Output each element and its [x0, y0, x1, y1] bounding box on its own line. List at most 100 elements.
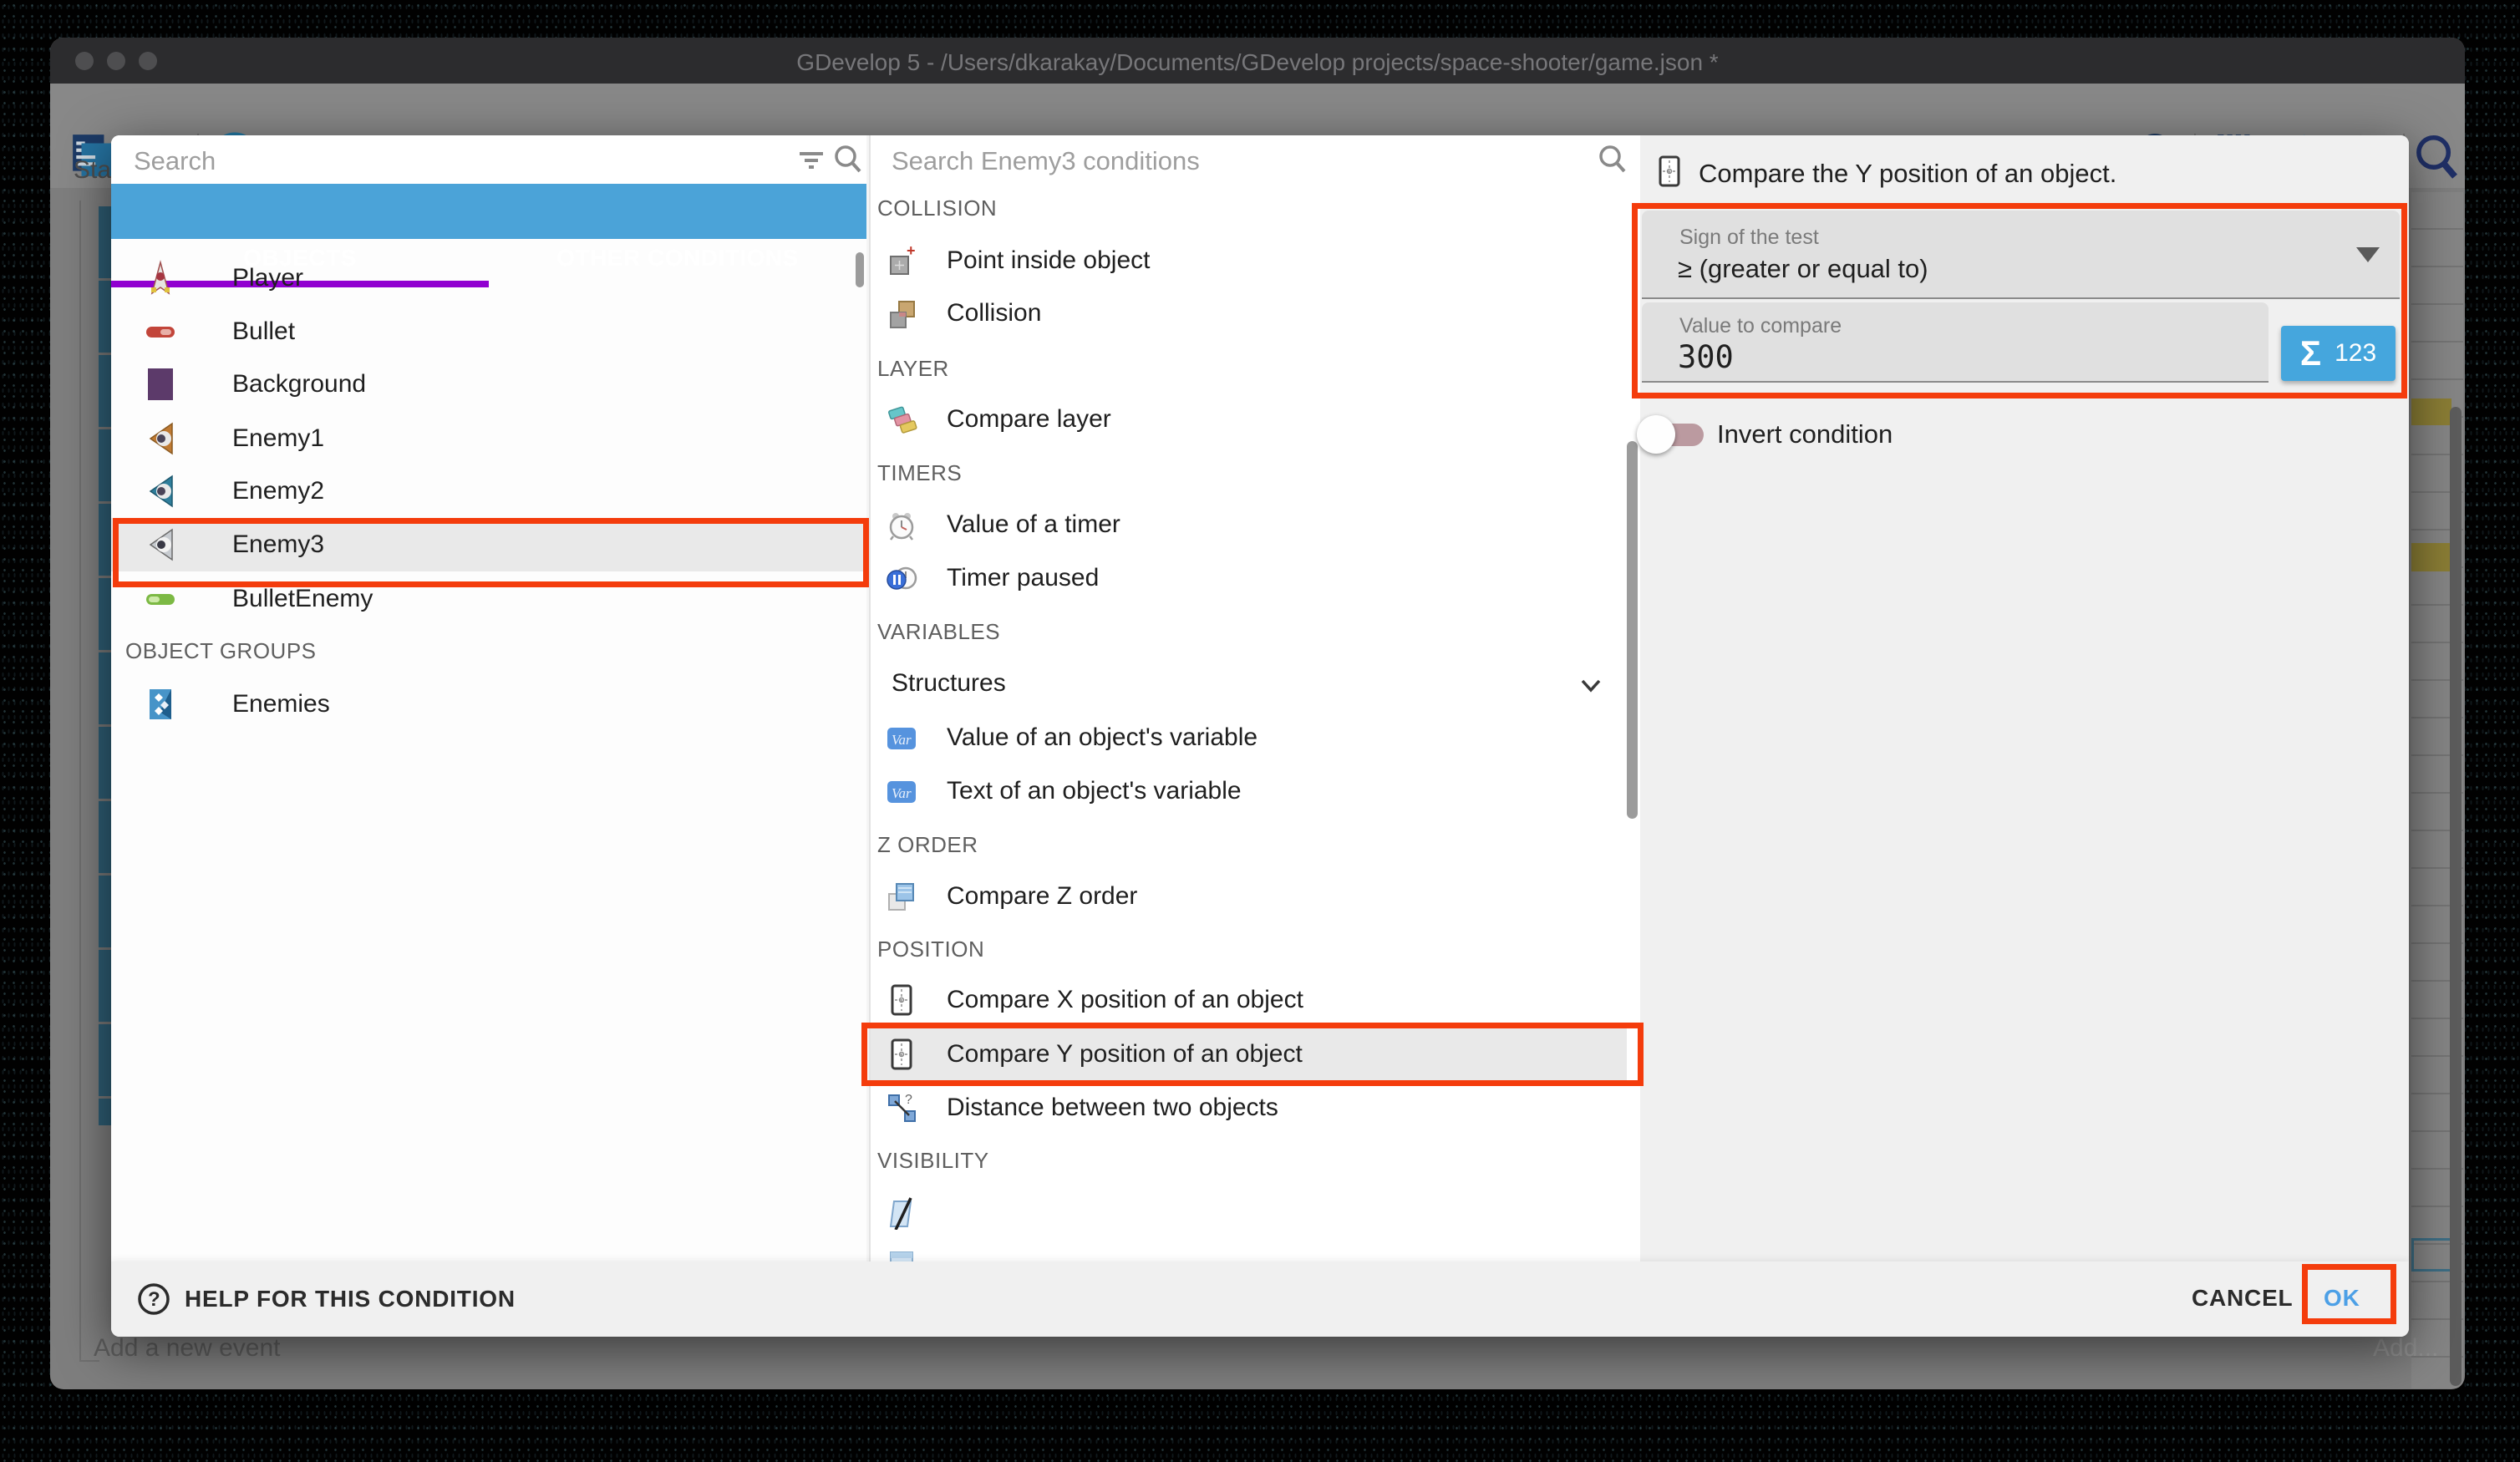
highlighted-action-cell: [2411, 543, 2451, 571]
point-inside-icon: +: [885, 244, 918, 277]
condition-label: Compare Z order: [947, 882, 1137, 911]
distance-icon: ?: [885, 1091, 918, 1124]
highlighted-action-cell: [2411, 398, 2451, 425]
object-row-player[interactable]: Player: [111, 251, 866, 305]
timer-paused-icon: [885, 561, 918, 595]
condition-row[interactable]: Value of a timer: [871, 495, 1627, 554]
object-row-enemy1[interactable]: Enemy1: [111, 412, 866, 465]
invert-toggle-thumb[interactable]: [1637, 415, 1675, 454]
svg-text:?: ?: [148, 1288, 160, 1311]
structures-expander[interactable]: Structures: [871, 654, 1627, 713]
annotation-box-enemy3: [113, 518, 869, 587]
grid-position-icon: [1653, 155, 1686, 188]
condition-label: Compare layer: [947, 405, 1111, 434]
chevron-down-icon: [1577, 671, 1605, 699]
object-label: Bullet: [232, 317, 295, 346]
condition-label: Collision: [947, 299, 1041, 327]
condition-row[interactable]: Timer paused: [871, 549, 1627, 607]
grid-position-icon: [885, 983, 918, 1017]
enemy2-sprite-icon: [142, 473, 179, 510]
object-label: Enemy2: [232, 477, 324, 505]
condition-row[interactable]: Compare Z order: [871, 867, 1627, 926]
help-button[interactable]: ? HELP FOR THIS CONDITION: [136, 1282, 516, 1317]
section-header: VISIBILITY: [877, 1148, 989, 1174]
search-icon: [1596, 143, 1629, 176]
svg-text:+: +: [907, 244, 916, 259]
condition-search-placeholder: Search Enemy3 conditions: [892, 146, 1200, 176]
enemy1-sprite-icon: [142, 420, 179, 457]
condition-row[interactable]: ? Distance between two objects: [871, 1079, 1627, 1137]
svg-text:Var: Var: [892, 785, 912, 801]
condition-row[interactable]: + Point inside object: [871, 231, 1627, 290]
condition-row[interactable]: [871, 1184, 1627, 1242]
group-row-enemies[interactable]: Enemies: [111, 678, 866, 731]
condition-label: Point inside object: [947, 246, 1151, 275]
condition-label: Compare X position of an object: [947, 986, 1303, 1014]
compare-layer-icon: [885, 403, 918, 436]
conditions-panel: Search Enemy3 conditions COLLISION + Poi…: [869, 135, 1640, 1261]
z-order-icon: [885, 880, 918, 913]
condition-row[interactable]: Compare layer: [871, 390, 1627, 449]
expander-label: Structures: [892, 669, 1006, 698]
object-label: Enemy1: [232, 424, 324, 453]
search-icon: [2411, 131, 2460, 183]
condition-row[interactable]: Collision: [871, 284, 1627, 343]
help-icon: ?: [136, 1282, 171, 1317]
svg-text:?: ?: [905, 1093, 912, 1107]
scene-tab-label: Sta: [74, 156, 111, 185]
window-title: GDevelop 5 - /Users/dkarakay/Documents/G…: [50, 49, 2465, 76]
condition-title: Compare the Y position of an object.: [1699, 159, 2116, 189]
object-search-placeholder: Search: [134, 146, 216, 176]
filter-icon[interactable]: [796, 145, 826, 175]
dialog-footer: ? HELP FOR THIS CONDITION CANCEL OK: [111, 1261, 2409, 1337]
background-sprite-icon: [142, 366, 179, 403]
annotation-box-parameters: [1632, 203, 2407, 398]
section-header: LAYER: [877, 356, 949, 382]
panel-tabs: OBJECTS OTHER CONDITIONS: [111, 184, 866, 239]
condition-label: Distance between two objects: [947, 1094, 1278, 1122]
conditions-scrollbar[interactable]: [1627, 441, 1638, 819]
variable-icon: Var: [885, 774, 918, 808]
condition-row[interactable]: Compare X position of an object: [871, 971, 1627, 1029]
condition-row[interactable]: Var Text of an object's variable: [871, 762, 1627, 820]
section-header: COLLISION: [877, 195, 997, 221]
section-header: Z ORDER: [877, 832, 978, 858]
objects-panel: Search OBJECTS OTHER CONDITIONS Player B…: [111, 135, 866, 1261]
condition-label: Value of an object's variable: [947, 723, 1257, 752]
collision-icon: [885, 297, 918, 330]
invert-condition-label: Invert condition: [1717, 419, 1893, 449]
section-header: TIMERS: [877, 460, 962, 486]
object-label: Background: [232, 370, 366, 398]
event-tree-guide: [79, 201, 81, 1362]
condition-label: Value of a timer: [947, 510, 1120, 539]
events-scrollbar[interactable]: [2450, 407, 2462, 1386]
object-row-bullet[interactable]: Bullet: [111, 305, 866, 358]
titlebar: GDevelop 5 - /Users/dkarakay/Documents/G…: [50, 38, 2465, 84]
object-groups-header: OBJECT GROUPS: [125, 638, 317, 664]
object-row-enemy2[interactable]: Enemy2: [111, 464, 866, 518]
annotation-box-compare-y: [861, 1023, 1644, 1086]
variable-icon: Var: [885, 721, 918, 754]
section-header: POSITION: [877, 937, 984, 962]
condition-row[interactable]: Var Value of an object's variable: [871, 708, 1627, 767]
object-row-background[interactable]: Background: [111, 358, 866, 411]
search-icon: [831, 143, 865, 176]
visibility-icon: [885, 1196, 918, 1230]
condition-row-partial[interactable]: [871, 1238, 1627, 1261]
add-new-event-link[interactable]: Add a new event: [94, 1334, 281, 1363]
enemies-group-icon: [142, 686, 179, 723]
object-search-input[interactable]: Search: [111, 135, 866, 184]
player-sprite-icon: [142, 260, 179, 297]
condition-label: Text of an object's variable: [947, 777, 1242, 805]
section-header: VARIABLES: [877, 619, 1000, 645]
search-events-button[interactable]: [2411, 131, 2460, 180]
object-label: Player: [232, 264, 303, 292]
condition-label: Timer paused: [947, 564, 1099, 592]
svg-text:Var: Var: [892, 732, 912, 748]
object-label: BulletEnemy: [232, 585, 373, 613]
window-icon: [885, 1251, 918, 1261]
condition-search-input[interactable]: Search Enemy3 conditions: [871, 135, 1640, 184]
cancel-button[interactable]: CANCEL: [2192, 1285, 2293, 1312]
objects-scrollbar[interactable]: [856, 252, 864, 287]
add-more-link[interactable]: Add...: [2373, 1334, 2438, 1363]
